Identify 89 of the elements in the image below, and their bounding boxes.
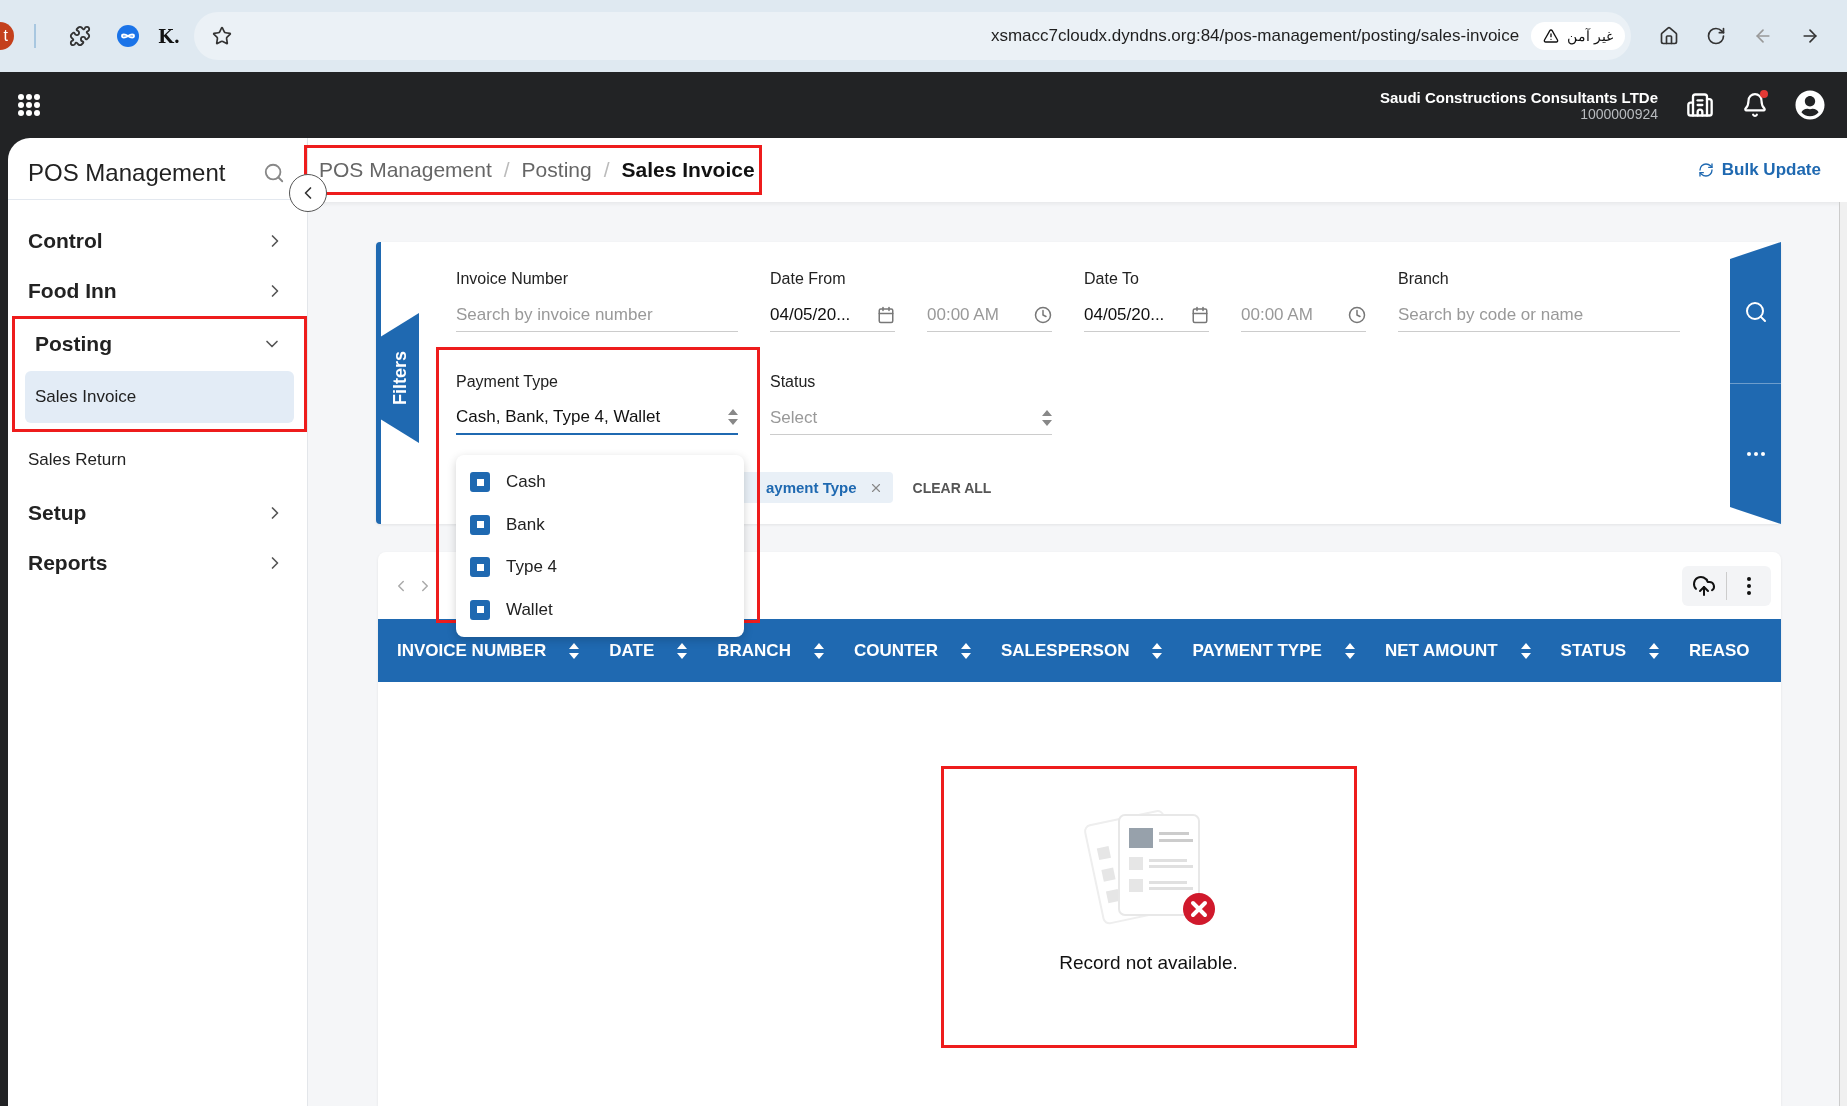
empty-message: Record not available. bbox=[1059, 952, 1238, 974]
company-code: 1000000924 bbox=[1580, 105, 1658, 122]
sort-icon[interactable] bbox=[677, 642, 688, 659]
app-grid-icon[interactable] bbox=[18, 94, 40, 116]
dropdown-option[interactable]: Cash bbox=[456, 461, 744, 504]
filter-chip[interactable]: ayment Type bbox=[744, 472, 893, 503]
date-field[interactable]: 04/05/20... bbox=[1084, 298, 1209, 332]
company-name: Saudi Constructions Consultants LTDe bbox=[1379, 88, 1658, 106]
column-header[interactable]: BRANCH bbox=[717, 640, 791, 661]
column-header[interactable]: STATUS bbox=[1560, 640, 1627, 661]
star-icon[interactable] bbox=[211, 26, 232, 46]
option-label: Bank bbox=[506, 514, 545, 535]
search-icon bbox=[1743, 300, 1768, 325]
extension-label[interactable]: K. bbox=[158, 25, 180, 47]
menu-item[interactable]: Reports bbox=[8, 538, 307, 588]
dropdown-option[interactable]: Bank bbox=[456, 503, 744, 546]
calendar-icon bbox=[1191, 305, 1209, 324]
column-header[interactable]: REASO bbox=[1689, 640, 1750, 661]
badge-text: غير آمن bbox=[1567, 28, 1613, 44]
dropdown-option[interactable]: Wallet bbox=[456, 588, 744, 631]
bulk-update-link[interactable]: Bulk Update bbox=[1697, 160, 1821, 180]
building-icon[interactable] bbox=[1685, 91, 1714, 119]
checkbox[interactable] bbox=[470, 557, 490, 578]
option-label: Wallet bbox=[506, 599, 553, 620]
submenu-item[interactable]: Sales Return bbox=[18, 432, 297, 488]
time-field[interactable]: 00:00 AM bbox=[1241, 298, 1366, 332]
sort-icon[interactable] bbox=[1649, 642, 1660, 659]
breadcrumb-link[interactable]: Posting bbox=[521, 158, 592, 182]
column-header[interactable]: PAYMENT TYPE bbox=[1192, 640, 1322, 661]
clock-icon bbox=[1348, 305, 1366, 324]
field-label: Date From bbox=[770, 270, 847, 288]
column-header[interactable]: INVOICE NUMBER bbox=[397, 640, 547, 661]
clock-icon bbox=[1034, 305, 1052, 324]
more-icon bbox=[1747, 576, 1751, 595]
security-badge[interactable]: غير آمن bbox=[1531, 22, 1625, 50]
menu-item[interactable]: Posting bbox=[15, 319, 304, 369]
search-field[interactable]: Search by code or name bbox=[1398, 298, 1680, 332]
time-field[interactable]: 00:00 AM bbox=[927, 298, 1052, 332]
profile-avatar[interactable]: t bbox=[0, 22, 14, 50]
clear-all-button[interactable]: CLEAR ALL bbox=[906, 478, 998, 497]
select-field[interactable]: Select bbox=[770, 401, 1052, 435]
breadcrumb-separator: / bbox=[603, 158, 610, 182]
field-label: Date To bbox=[1084, 270, 1140, 288]
column-header[interactable]: SALESPERSON bbox=[1001, 640, 1130, 661]
checkbox[interactable] bbox=[470, 599, 490, 620]
refresh-icon bbox=[1697, 162, 1714, 178]
user-icon[interactable] bbox=[1794, 90, 1825, 120]
warning-icon bbox=[1543, 28, 1560, 44]
checkbox[interactable] bbox=[470, 472, 490, 493]
cloud-upload-icon bbox=[1692, 573, 1716, 598]
column-header[interactable]: NET AMOUNT bbox=[1384, 640, 1498, 661]
search-field[interactable]: Search by invoice number bbox=[456, 298, 738, 332]
sort-icon bbox=[728, 409, 738, 425]
sort-icon[interactable] bbox=[1152, 642, 1163, 659]
column-header[interactable]: DATE bbox=[609, 640, 655, 661]
breadcrumb-separator: / bbox=[503, 158, 510, 182]
checkbox[interactable] bbox=[470, 514, 490, 535]
sort-icon bbox=[1042, 409, 1052, 426]
option-label: Type 4 bbox=[506, 557, 558, 578]
puzzle-icon[interactable] bbox=[69, 25, 91, 47]
sort-icon[interactable] bbox=[813, 642, 824, 659]
menu-item[interactable]: Food Inn bbox=[8, 266, 307, 316]
field-label: Status bbox=[770, 373, 817, 391]
menu-item[interactable]: Setup bbox=[8, 488, 307, 538]
date-field[interactable]: 04/05/20... bbox=[770, 298, 895, 332]
url-text: xsmacc7cloudx.dyndns.org:84/pos-management/posting/sales-invoice bbox=[989, 26, 1520, 46]
select-field[interactable]: Cash, Bank, Type 4, Wallet bbox=[456, 401, 738, 435]
field-label: Payment Type bbox=[456, 373, 559, 391]
home-icon[interactable] bbox=[1658, 26, 1679, 46]
submenu-item[interactable]: Sales Invoice bbox=[25, 371, 294, 423]
scrollbar[interactable] bbox=[1839, 202, 1847, 1106]
breadcrumb-link[interactable]: POS Management bbox=[319, 158, 492, 182]
search-icon[interactable] bbox=[263, 161, 285, 184]
menu-item[interactable]: Control bbox=[8, 216, 307, 266]
infinity-icon[interactable] bbox=[117, 25, 139, 47]
field-label: Invoice Number bbox=[456, 270, 570, 288]
sort-icon[interactable] bbox=[1520, 642, 1531, 659]
sort-icon[interactable] bbox=[1344, 642, 1355, 659]
filters-tab[interactable]: Filters bbox=[381, 313, 419, 443]
sort-icon[interactable] bbox=[961, 642, 971, 659]
option-label: Cash bbox=[506, 472, 546, 493]
more-icon bbox=[1746, 451, 1765, 456]
reload-icon[interactable] bbox=[1705, 26, 1726, 46]
field-label: Branch bbox=[1398, 270, 1450, 288]
sidebar-title: POS Management bbox=[28, 158, 226, 187]
dropdown-option[interactable]: Type 4 bbox=[456, 546, 744, 589]
column-header[interactable]: COUNTER bbox=[853, 640, 938, 661]
sort-icon[interactable] bbox=[569, 642, 580, 659]
calendar-icon bbox=[877, 305, 895, 324]
